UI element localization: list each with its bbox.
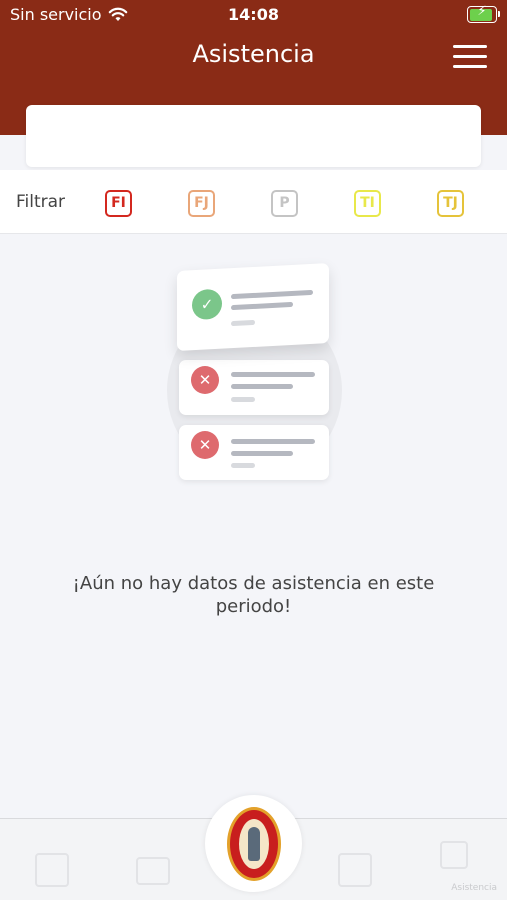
tab-attendance-label: Asistencia bbox=[451, 883, 497, 893]
status-bar: Sin servicio 14:08 ⚡ bbox=[0, 0, 507, 30]
filter-chip-ti[interactable]: TI bbox=[354, 190, 381, 217]
illustration-line bbox=[231, 319, 255, 327]
illustration-card: ✕ bbox=[179, 360, 329, 415]
filter-chip-fj[interactable]: FJ bbox=[188, 190, 215, 217]
illustration-line bbox=[231, 397, 255, 402]
tab-messages-icon[interactable] bbox=[136, 857, 170, 885]
empty-state-message: ¡Aún no hay datos de asistencia en este … bbox=[72, 573, 435, 617]
illustration-card: ✕ bbox=[179, 425, 329, 480]
empty-state-illustration: ✕ ✕ ✓ bbox=[165, 263, 345, 480]
cross-icon: ✕ bbox=[191, 366, 219, 394]
illustration-line bbox=[231, 463, 255, 468]
school-logo-inner bbox=[239, 819, 269, 869]
menu-icon-line bbox=[453, 45, 487, 48]
illustration-line bbox=[231, 451, 293, 456]
tab-attendance-icon[interactable] bbox=[440, 841, 468, 869]
cross-icon: ✕ bbox=[191, 431, 219, 459]
illustration-line bbox=[231, 372, 315, 377]
page-title: Asistencia bbox=[192, 40, 315, 68]
period-selector[interactable] bbox=[26, 105, 481, 167]
battery-icon: ⚡ bbox=[467, 4, 500, 23]
virgin-figure-icon bbox=[248, 827, 260, 861]
filter-chip-fi[interactable]: FI bbox=[105, 190, 132, 217]
illustration-line bbox=[231, 384, 293, 389]
filter-chip-p[interactable]: P bbox=[271, 190, 298, 217]
tab-notes-icon[interactable] bbox=[35, 853, 69, 887]
tab-calendar-icon[interactable] bbox=[338, 853, 372, 887]
battery-cap bbox=[497, 11, 500, 17]
illustration-line bbox=[231, 289, 313, 300]
school-logo bbox=[227, 807, 281, 881]
check-icon: ✓ bbox=[192, 288, 222, 321]
menu-icon-line bbox=[453, 65, 487, 68]
illustration-line bbox=[231, 301, 293, 311]
filter-chip-tj[interactable]: TJ bbox=[437, 190, 464, 217]
menu-button[interactable] bbox=[453, 45, 487, 69]
illustration-line bbox=[231, 439, 315, 444]
charging-bolt-icon: ⚡ bbox=[477, 4, 487, 19]
school-logo-button[interactable] bbox=[205, 795, 302, 892]
illustration-card-front: ✓ bbox=[177, 263, 329, 351]
filter-label: Filtrar bbox=[16, 192, 66, 212]
status-time: 14:08 bbox=[228, 5, 279, 24]
filter-row: Filtrar FI FJ P TI TJ bbox=[0, 170, 507, 234]
menu-icon-line bbox=[453, 55, 487, 58]
